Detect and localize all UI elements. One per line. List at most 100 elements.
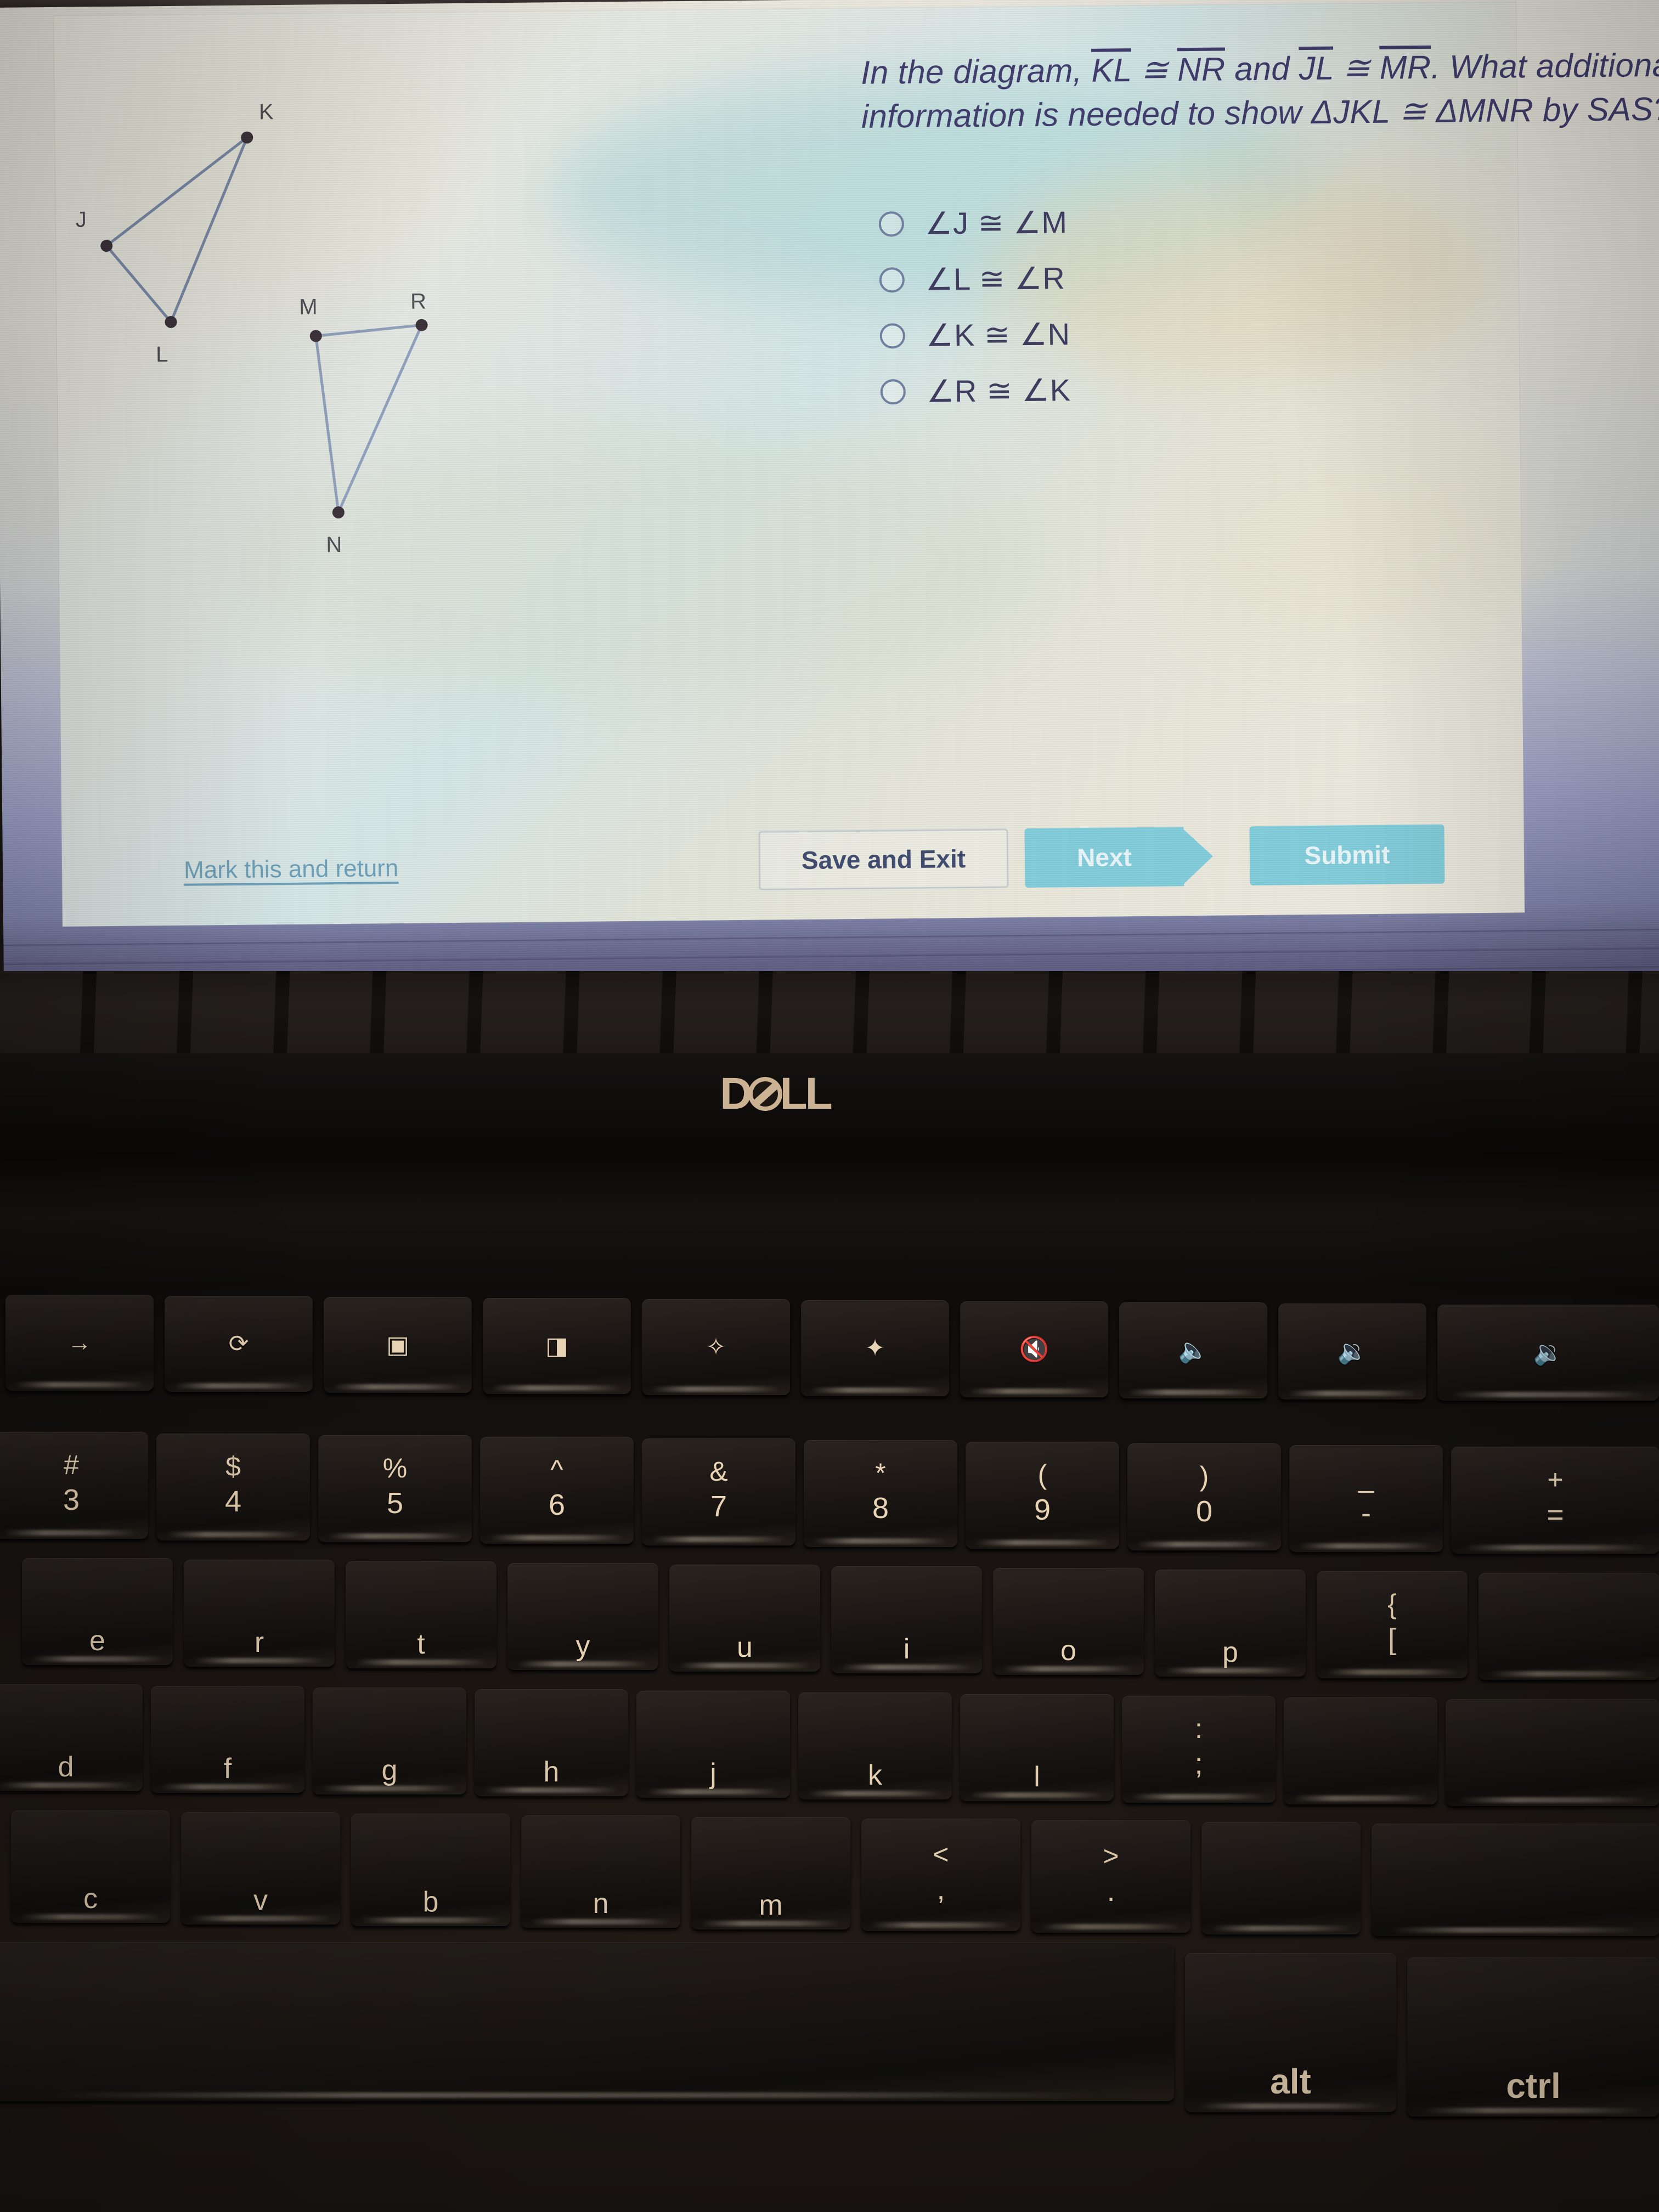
key-enter[interactable] [1446,1699,1659,1806]
key-3[interactable]: #3 [0,1432,148,1539]
mute-key[interactable]: 🔇 [960,1301,1108,1397]
key-9[interactable]: (9 [966,1442,1119,1549]
dell-logo-d: D [720,1069,752,1119]
congruent-symbol-3: ≅ [1389,92,1436,130]
question-line1-pre: In the diagram, [860,52,1092,91]
key-n[interactable]: n [521,1815,680,1928]
key-spacebar[interactable] [0,1942,1174,2101]
vertex-label-m: M [299,295,318,319]
brightness-down-icon: ✧ [706,1333,726,1361]
fullscreen-key[interactable]: ▣ [324,1297,472,1393]
radio-button-b[interactable] [879,267,905,293]
key-slash[interactable] [1201,1822,1361,1934]
key-m[interactable]: m [691,1817,850,1929]
triangle-jkl-label: ΔJKL [1311,93,1390,131]
radio-button-a[interactable] [878,211,905,237]
key-8[interactable]: * 8 [804,1440,957,1547]
key-t[interactable]: t [346,1561,496,1668]
next-arrow-icon[interactable] [1181,826,1214,887]
forward-arrow-key[interactable]: → [5,1295,154,1391]
key-bracket-right[interactable] [1479,1573,1659,1680]
key-alt[interactable]: alt [1185,1953,1396,2112]
radio-button-d[interactable] [880,379,906,405]
dell-logo-ll: LL [780,1069,833,1119]
laptop-keyboard: → ⟳ ▣ ◨ ✧ ✦ 🔇 🔈 🔉 🔉 #3 $4 % 5 ^ 6 & 7 * 8 (9… [0,1284,1659,2212]
key-e[interactable]: e [22,1558,173,1665]
key-4[interactable]: $4 [156,1434,310,1541]
key-5[interactable]: % 5 [318,1435,472,1542]
mark-this-and-return-link[interactable]: Mark this and return [184,855,399,884]
vertex-m-dot [309,330,322,342]
brightness-down-key[interactable]: ✧ [642,1299,790,1395]
volume-up-key[interactable]: 🔉 [1278,1304,1426,1400]
answer-option-a-label: ∠J ≅ ∠M [924,205,1068,241]
answer-option-d-label: ∠R ≅ ∠K [926,373,1071,409]
geometry-diagram: K J L M R N [54,77,532,658]
key-equals[interactable]: + = [1451,1447,1659,1554]
key-comma[interactable]: <, [861,1819,1020,1931]
key-f[interactable]: f [151,1686,304,1793]
key-b[interactable]: b [351,1814,510,1926]
key-bracket-left[interactable]: {[ [1317,1571,1468,1678]
answer-option-d[interactable]: ∠R ≅ ∠K [880,362,1539,416]
key-r[interactable]: r [184,1560,335,1667]
answer-option-a[interactable]: ∠J ≅ ∠M [878,194,1537,249]
key-y[interactable]: y [507,1563,658,1670]
keyboard-number-row: #3 $4 % 5 ^ 6 & 7 * 8 (9 ) 0 _ - + = [0,1432,1659,1554]
key-p[interactable]: p [1155,1570,1306,1677]
key-j[interactable]: j [636,1691,790,1798]
key-shift-right[interactable] [1372,1824,1659,1936]
window-switcher-icon: ◨ [545,1332,568,1359]
vertex-label-r: R [410,289,426,313]
key-u[interactable]: u [669,1565,820,1672]
submit-button[interactable]: Submit [1249,824,1445,886]
key-c[interactable]: c [11,1810,170,1923]
next-button[interactable]: Next [1024,827,1184,888]
refresh-key[interactable]: ⟳ [165,1296,313,1392]
question-and: and [1224,50,1300,88]
answer-option-c[interactable]: ∠K ≅ ∠N [879,306,1538,360]
key-0[interactable]: ) 0 [1127,1443,1281,1550]
answer-option-b[interactable]: ∠L ≅ ∠R [879,250,1538,304]
volume-up-icon-2: 🔉 [1533,1339,1564,1366]
mute-icon: 🔇 [1019,1335,1049,1363]
volume-up-icon: 🔉 [1337,1338,1368,1365]
keyboard-function-row: → ⟳ ▣ ◨ ✧ ✦ 🔇 🔈 🔉 🔉 [0,1295,1659,1401]
volume-down-key[interactable]: 🔈 [1119,1302,1267,1398]
vertex-label-l: L [156,342,168,366]
key-i[interactable]: i [831,1566,982,1673]
volume-extra-key[interactable]: 🔉 [1437,1305,1659,1401]
save-and-exit-button[interactable]: Save and Exit [758,828,1009,890]
key-o[interactable]: o [993,1568,1144,1675]
window-switcher-key[interactable]: ◨ [483,1298,631,1394]
key-6[interactable]: ^ 6 [480,1437,634,1544]
volume-down-icon: 🔈 [1178,1336,1209,1364]
vertex-label-j: J [76,207,87,232]
keyboard-top-letter-row: e r t y u i o p {[ [0,1558,1659,1680]
vertex-l-dot [165,315,177,328]
key-l[interactable]: l [960,1694,1114,1801]
segment-kl: KL [1091,52,1132,89]
key-k[interactable]: k [798,1692,952,1799]
question-line1-post: . What additional [1431,46,1659,86]
vertex-n-dot [332,506,345,519]
key-period[interactable]: >. [1031,1820,1190,1933]
segment-nr: NR [1177,50,1226,88]
keyboard-bottom-row: c v b n m <, >. [0,1810,1659,1936]
key-quote[interactable] [1284,1697,1437,1804]
refresh-icon: ⟳ [228,1330,249,1357]
key-minus[interactable]: _ - [1289,1445,1443,1552]
laptop-screen: K J L M R N In the diagram, KL ≅ NR and … [0,0,1659,1006]
key-g[interactable]: g [313,1688,466,1795]
key-7[interactable]: & 7 [642,1438,795,1545]
question-line2-pre: information is needed to show [861,93,1312,135]
key-d[interactable]: d [0,1684,143,1791]
key-semicolon[interactable]: :; [1122,1696,1276,1803]
key-v[interactable]: v [181,1812,340,1925]
key-h[interactable]: h [475,1689,628,1796]
brightness-up-key[interactable]: ✦ [801,1300,949,1396]
radio-button-c[interactable] [879,323,906,349]
hinge-vent-pattern [0,971,1659,1053]
quiz-page: K J L M R N In the diagram, KL ≅ NR and … [54,2,1659,927]
key-ctrl[interactable]: ctrl [1407,1957,1659,2117]
